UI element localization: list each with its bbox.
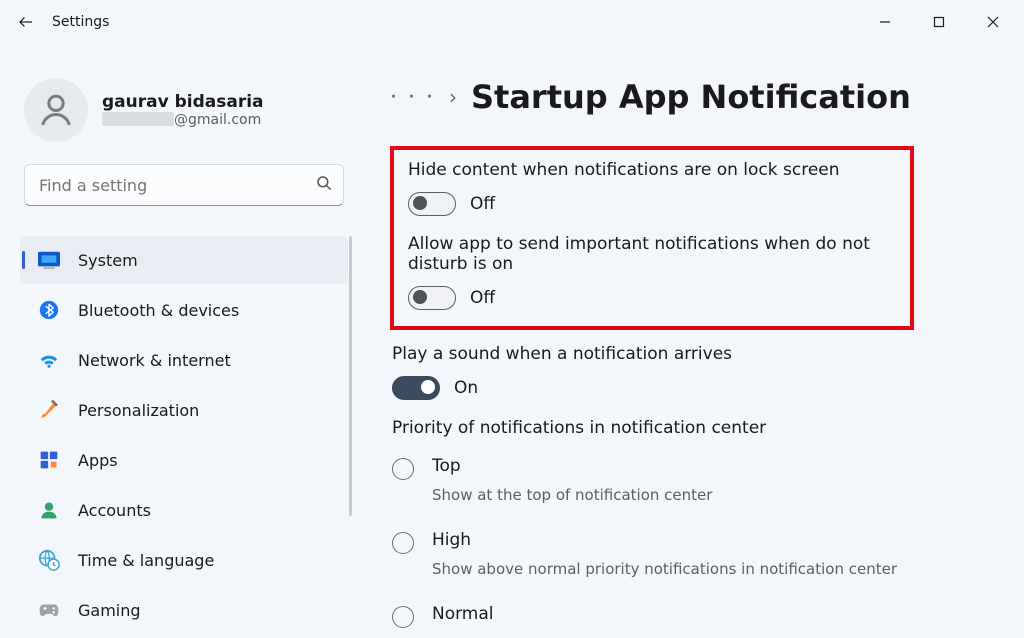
main-panel: · · · › Startup App Notification Hide co… <box>360 44 1024 638</box>
sidebar-item-label: Network & internet <box>78 351 231 370</box>
sidebar-item-time[interactable]: Time & language <box>20 536 348 584</box>
page-title: Startup App Notification <box>471 78 911 116</box>
bluetooth-icon <box>38 300 60 320</box>
toggle-state: Off <box>470 194 495 214</box>
chevron-right-icon: › <box>449 85 457 109</box>
search-box[interactable] <box>24 164 344 206</box>
radio-item-top[interactable]: Top Show at the top of notification cent… <box>392 456 1004 504</box>
maximize-button[interactable] <box>912 3 966 41</box>
system-icon <box>38 251 60 269</box>
radio-label: Normal <box>432 604 494 624</box>
radio-button[interactable] <box>392 532 414 554</box>
globe-clock-icon <box>38 549 60 571</box>
search-icon[interactable] <box>315 174 333 196</box>
sidebar-item-system[interactable]: System <box>20 236 348 284</box>
radio-label: Top <box>432 456 712 476</box>
radio-desc: Show above normal priority notifications… <box>432 560 897 578</box>
sidebar-item-apps[interactable]: Apps <box>20 436 348 484</box>
breadcrumb-dots[interactable]: · · · <box>390 85 435 110</box>
nav-list: System Bluetooth & devices Network & int… <box>20 236 348 634</box>
accounts-icon <box>38 500 60 520</box>
sidebar-item-label: Personalization <box>78 401 199 420</box>
sidebar-item-gaming[interactable]: Gaming <box>20 586 348 634</box>
toggle-allow-important[interactable] <box>408 286 456 310</box>
avatar-icon <box>24 78 88 142</box>
setting-label: Play a sound when a notification arrives <box>392 344 1004 364</box>
profile-name: gaurav bidasaria <box>102 92 264 112</box>
back-button[interactable] <box>4 13 48 31</box>
profile-block[interactable]: gaurav bidasaria @gmail.com <box>24 78 348 142</box>
toggle-hide-content[interactable] <box>408 192 456 216</box>
priority-radio-group: Top Show at the top of notification cent… <box>390 456 1004 628</box>
toggle-state: On <box>454 378 478 398</box>
breadcrumb: · · · › Startup App Notification <box>390 78 1004 116</box>
setting-hide-content: Hide content when notifications are on l… <box>408 160 898 216</box>
sidebar-item-label: Apps <box>78 451 118 470</box>
titlebar: Settings <box>0 0 1024 44</box>
setting-play-sound: Play a sound when a notification arrives… <box>392 344 1004 400</box>
sidebar-item-label: System <box>78 251 138 270</box>
highlighted-settings: Hide content when notifications are on l… <box>390 146 914 330</box>
sidebar-item-label: Gaming <box>78 601 141 620</box>
radio-button[interactable] <box>392 606 414 628</box>
toggle-state: Off <box>470 288 495 308</box>
search-input[interactable] <box>39 176 315 195</box>
radio-item-normal[interactable]: Normal <box>392 604 1004 628</box>
gaming-icon <box>38 602 60 618</box>
radio-label: High <box>432 530 897 550</box>
close-button[interactable] <box>966 3 1020 41</box>
profile-email: @gmail.com <box>102 112 264 128</box>
toggle-play-sound[interactable] <box>392 376 440 400</box>
minimize-button[interactable] <box>858 3 912 41</box>
sidebar-item-bluetooth[interactable]: Bluetooth & devices <box>20 286 348 334</box>
sidebar-item-label: Accounts <box>78 501 151 520</box>
radio-button[interactable] <box>392 458 414 480</box>
sidebar-item-accounts[interactable]: Accounts <box>20 486 348 534</box>
radio-desc: Show at the top of notification center <box>432 486 712 504</box>
paintbrush-icon <box>38 399 60 421</box>
priority-title: Priority of notifications in notificatio… <box>392 418 1004 438</box>
sidebar-item-label: Bluetooth & devices <box>78 301 239 320</box>
setting-label: Allow app to send important notification… <box>408 234 898 274</box>
apps-icon <box>38 450 60 470</box>
redacted-username <box>102 112 174 126</box>
sidebar-item-personalization[interactable]: Personalization <box>20 386 348 434</box>
sidebar-scrollbar[interactable] <box>349 236 352 516</box>
sidebar-item-network[interactable]: Network & internet <box>20 336 348 384</box>
window-title: Settings <box>52 14 109 30</box>
wifi-icon <box>38 351 60 369</box>
sidebar: gaurav bidasaria @gmail.com System <box>0 44 360 638</box>
sidebar-item-label: Time & language <box>78 551 214 570</box>
setting-allow-important: Allow app to send important notification… <box>408 234 898 310</box>
radio-item-high[interactable]: High Show above normal priority notifica… <box>392 530 1004 578</box>
setting-label: Hide content when notifications are on l… <box>408 160 898 180</box>
